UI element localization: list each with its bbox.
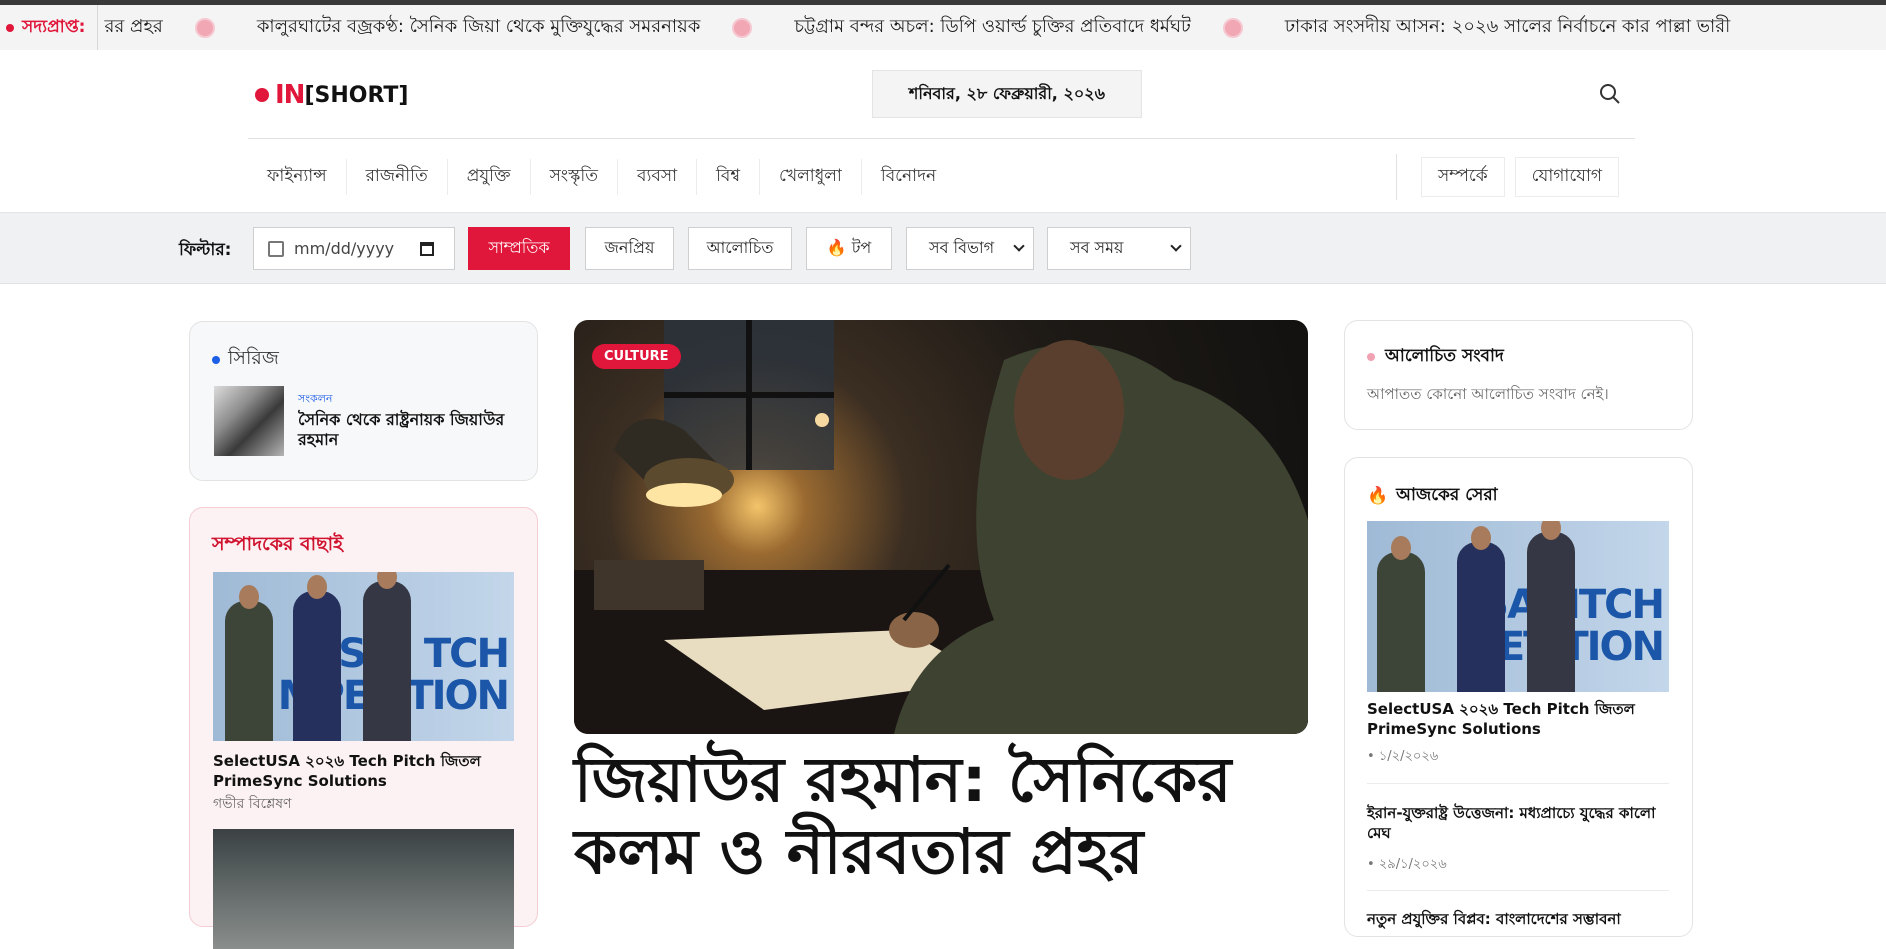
secondary-nav: সম্পর্কে যোগাযোগ [1396, 154, 1629, 200]
best-today-caption-1[interactable]: SelectUSA ২০২৬ Tech Pitch জিতল PrimeSync… [1367, 699, 1667, 739]
time-select-value: সব সময় [1070, 238, 1124, 257]
header-divider [248, 138, 1635, 139]
discussed-empty-message: আপাতত কোনো আলোচিত সংবাদ নেই। [1367, 385, 1609, 403]
fire-icon: 🔥 [1367, 486, 1389, 506]
filter-discussed-button[interactable]: আলোচিত [688, 227, 792, 270]
ticker-item[interactable]: কালুরঘাটের বজ্রকণ্ঠ: সৈনিক জিয়া থেকে মু… [257, 12, 701, 43]
ticker-label: সদ্যপ্রাপ্ত: [0, 5, 99, 50]
contact-link[interactable]: যোগাযোগ [1514, 157, 1620, 197]
filter-top-button[interactable]: 🔥 টপ [806, 227, 892, 270]
editors-pick-subtitle: গভীর বিশ্লেষণ [213, 796, 292, 812]
nav-item-technology[interactable]: প্রযুক্তি [448, 159, 531, 195]
nav-item-entertainment[interactable]: বিনোদন [862, 159, 955, 195]
nav-item-politics[interactable]: রাজনীতি [347, 159, 448, 195]
series-heading: সিরিজ [212, 344, 279, 376]
date-text: ২৯/১/২০২৬ [1378, 857, 1447, 872]
series-card: সিরিজ সংকলন সৈনিক থেকে রাষ্ট্রনায়ক জিয়… [189, 321, 538, 481]
chevron-down-icon [1013, 240, 1025, 252]
logo-short: [SHORT] [304, 82, 409, 108]
divider [1367, 783, 1669, 784]
live-dot-icon [6, 23, 14, 32]
chevron-down-icon [1170, 240, 1182, 252]
site-logo[interactable]: IN [SHORT] [255, 80, 408, 110]
pink-dot-icon [1367, 353, 1375, 361]
about-link[interactable]: সম্পর্কে [1421, 157, 1505, 197]
nav-item-sports[interactable]: খেলাধুলা [760, 159, 862, 195]
editors-pick-title: সম্পাদকের বাছাই [212, 533, 344, 555]
ticker-separator-icon [194, 17, 215, 38]
editors-pick-card: সম্পাদকের বাছাই SA° TCH MPETITION Select… [189, 507, 538, 949]
date-picker-icon[interactable] [420, 242, 434, 256]
best-today-date-2: • ২৯/১/২০২৬ [1367, 857, 1447, 872]
current-date: শনিবার, ২৮ ফেব্রুয়ারী, ২০২৬ [872, 70, 1142, 118]
ticker-item[interactable]: রর প্রহর [104, 12, 162, 43]
ticker-separator-icon [1222, 17, 1243, 38]
calendar-icon [268, 240, 284, 257]
discussed-title-text: আলোচিত সংবাদ [1385, 346, 1504, 366]
search-icon[interactable] [1598, 82, 1622, 106]
date-text: ১/২/২০২৬ [1378, 749, 1439, 764]
editors-pick-caption[interactable]: SelectUSA ২০২৬ Tech Pitch জিতল PrimeSync… [213, 751, 513, 791]
series-title-text: সিরিজ [228, 347, 279, 369]
nav-item-business[interactable]: ব্যবসা [618, 159, 698, 195]
nav-item-culture[interactable]: সংস্কৃতি [531, 159, 618, 195]
series-headline[interactable]: সৈনিক থেকে রাষ্ট্রনায়ক জিয়াউর রহমান [298, 410, 513, 450]
filter-bar: ফিল্টার: mm/dd/yyyy সাম্প্রতিক জনপ্রিয় … [0, 213, 1886, 284]
ticker-separator-icon [732, 17, 753, 38]
best-today-heading: 🔥 আজকের সেরা [1367, 482, 1498, 510]
hero-illustration [574, 320, 1308, 734]
best-today-card: 🔥 আজকের সেরা SA° ITCH ETITION SelectUSA … [1344, 457, 1693, 937]
discussed-news-card: আলোচিত সংবাদ আপাতত কোনো আলোচিত সংবাদ নেই… [1344, 320, 1693, 430]
best-today-date-1: • ১/২/২০২৬ [1367, 749, 1439, 764]
site-header: IN [SHORT] শনিবার, ২৮ ফেব্রুয়ারী, ২০২৬ … [0, 50, 1886, 213]
date-placeholder: mm/dd/yyyy [294, 239, 395, 258]
breaking-news-ticker: সদ্যপ্রাপ্ত: রর প্রহর কালুরঘাটের বজ্রকণ্… [0, 0, 1886, 50]
ticker-label-text: সদ্যপ্রাপ্ত: [22, 16, 86, 37]
hero-image[interactable]: CULTURE [574, 320, 1308, 734]
editors-pick-image-2[interactable] [213, 829, 514, 949]
time-select[interactable]: সব সময় [1047, 227, 1191, 270]
blue-dot-icon [212, 356, 220, 364]
hero-headline[interactable]: জিয়াউর রহমান: সৈনিকের কলম ও নীরবতার প্র… [574, 744, 1334, 888]
series-tag[interactable]: সংকলন [298, 390, 332, 409]
ticker-item[interactable]: ঢাকার সংসদীয় আসন: ২০২৬ সালের নির্বাচনে … [1285, 12, 1730, 43]
divider [1367, 890, 1669, 891]
category-select-value: সব বিভাগ [929, 238, 995, 257]
category-select[interactable]: সব বিভাগ [906, 227, 1034, 270]
filter-recent-button[interactable]: সাম্প্রতিক [468, 227, 570, 270]
series-thumbnail[interactable] [214, 386, 284, 456]
nav-item-finance[interactable]: ফাইন্যান্স [248, 159, 347, 195]
main-nav: ফাইন্যান্স রাজনীতি প্রযুক্তি সংস্কৃতি ব্… [248, 154, 955, 200]
logo-in: IN [275, 80, 305, 110]
logo-dot-icon [255, 88, 269, 102]
category-badge[interactable]: CULTURE [592, 344, 681, 369]
ticker-track: রর প্রহর কালুরঘাটের বজ্রকণ্ঠ: সৈনিক জিয়… [98, 12, 1730, 43]
best-today-caption-3[interactable]: নতুন প্রযুক্তির বিপ্লব: বাংলাদেশের সম্ভা… [1367, 908, 1672, 933]
editors-pick-image[interactable]: SA° TCH MPETITION [213, 572, 514, 741]
best-today-title-text: আজকের সেরা [1396, 485, 1498, 505]
discussed-heading: আলোচিত সংবাদ [1367, 343, 1504, 371]
best-today-image[interactable]: SA° ITCH ETITION [1367, 521, 1669, 692]
ticker-item[interactable]: চট্টগ্রাম বন্দর অচল: ডিপি ওয়ার্ল্ড চুক্… [794, 12, 1191, 43]
nav-item-world[interactable]: বিশ্ব [697, 159, 761, 195]
date-filter-input[interactable]: mm/dd/yyyy [253, 227, 455, 270]
best-today-caption-2[interactable]: ইরান-যুক্তরাষ্ট্র উত্তেজনা: মধ্যপ্রাচ্যে… [1367, 803, 1672, 843]
filter-label: ফিল্টার: [179, 240, 232, 260]
filter-popular-button[interactable]: জনপ্রিয় [585, 227, 674, 270]
